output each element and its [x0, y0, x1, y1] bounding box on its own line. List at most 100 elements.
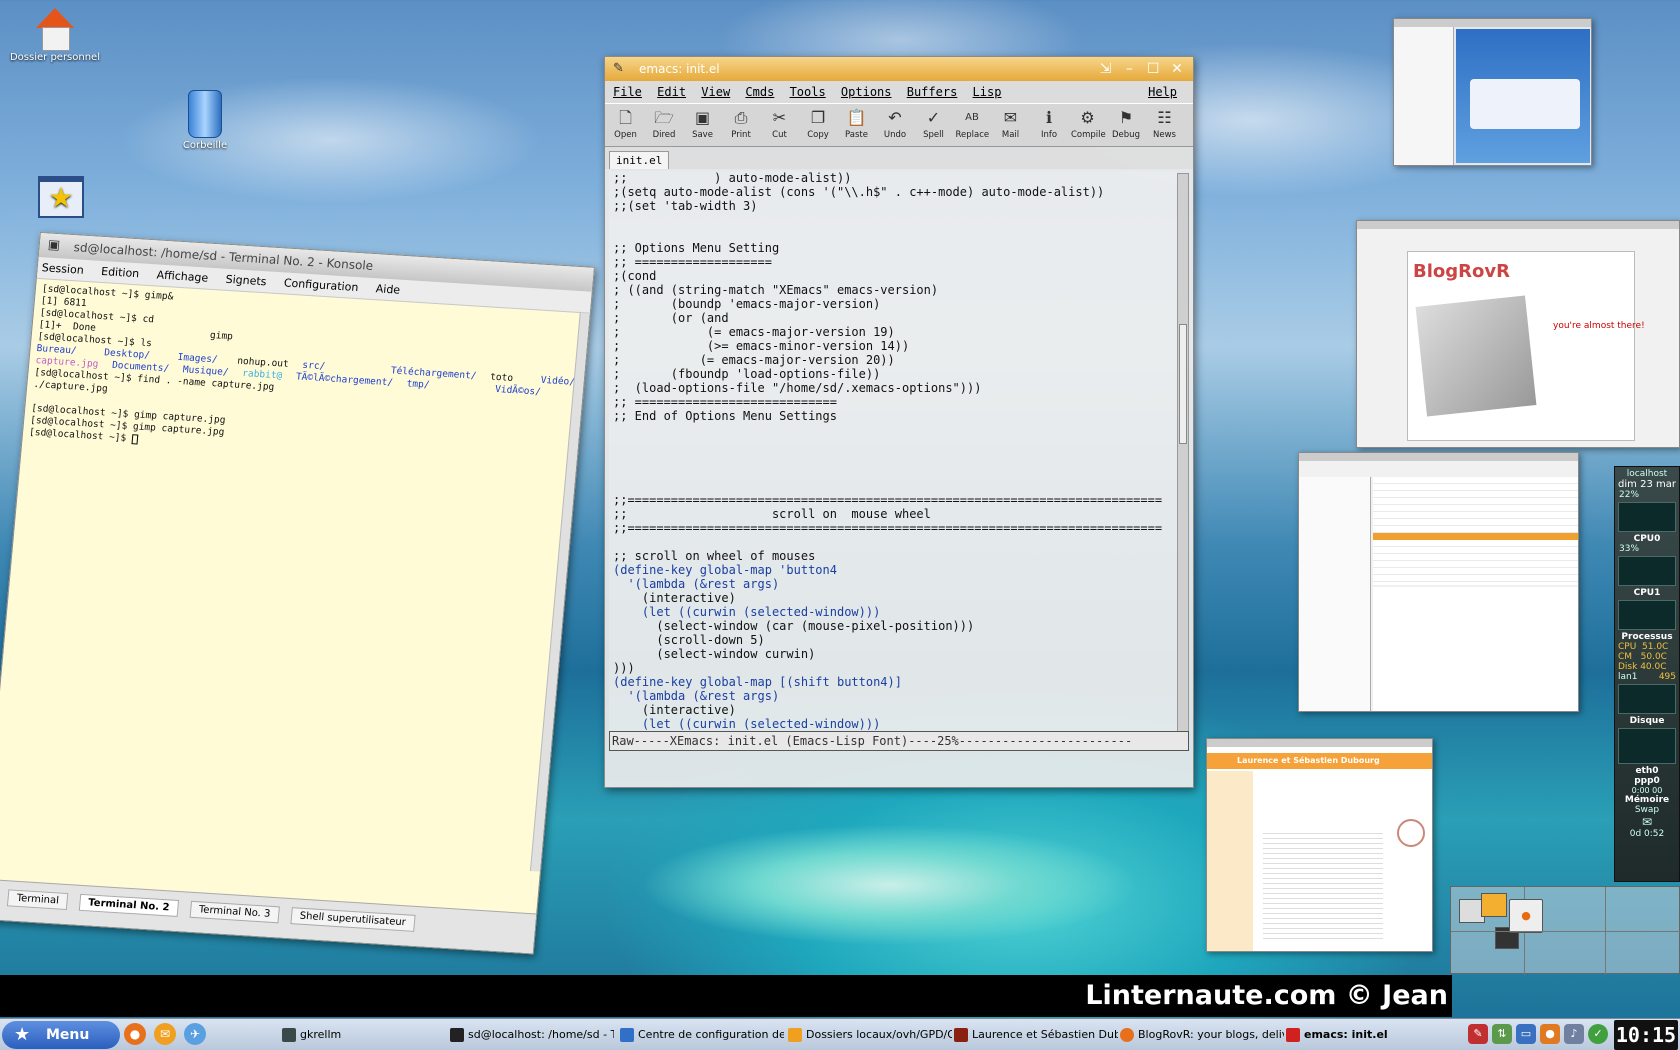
tab-root-shell[interactable]: Shell superutilisateur	[290, 907, 416, 932]
tray-display-icon[interactable]: ▭	[1516, 1024, 1536, 1044]
task-kde-config[interactable]: Centre de configuration de K	[618, 1023, 784, 1047]
sticky-icon[interactable]: ⇲	[1096, 57, 1116, 81]
thunderbird-launcher-icon[interactable]: ✈	[184, 1023, 206, 1045]
code-line: (let ((curwin (selected-window)))	[613, 605, 881, 619]
menu-help[interactable]: Help	[1148, 81, 1177, 103]
menu-options[interactable]: Options	[841, 85, 892, 99]
firefox-launcher-icon[interactable]: ●	[124, 1023, 146, 1045]
tray-tool-icon[interactable]: ✎	[1468, 1024, 1488, 1044]
code-line: ;; ===================	[613, 255, 772, 269]
terminal-window[interactable]: ▣ sd@localhost: /home/sd - Terminal No. …	[0, 232, 595, 955]
terminal-icon	[450, 1028, 464, 1042]
menu-session[interactable]: Session	[41, 261, 84, 277]
desktop-icon-favorites[interactable]: ★	[6, 176, 116, 220]
toolbar-undo-button[interactable]: ↶ Undo	[879, 106, 912, 140]
toolbar-spell-button[interactable]: ✓ Spell	[917, 106, 950, 140]
toolbar-mail-button[interactable]: ✉ Mail	[994, 106, 1027, 140]
kde-config-thumbnail[interactable]	[1393, 18, 1592, 166]
menu-tools[interactable]: Tools	[790, 85, 826, 99]
toolbar-replace-button[interactable]: AB Replace	[956, 106, 990, 140]
task-gkrellm[interactable]: gkrellm	[280, 1023, 430, 1047]
task-mail-folders[interactable]: Dossiers locaux/ovh/GPD/OV	[786, 1023, 952, 1047]
gk-swap: Swap	[1634, 805, 1660, 815]
desktop-icon-trash[interactable]: Corbeille	[150, 90, 260, 151]
emacs-title: emacs: init.el	[639, 62, 720, 76]
toolbar-compile-button[interactable]: ⚙ Compile	[1071, 106, 1106, 140]
toolbar-info-button[interactable]: ℹ Info	[1033, 106, 1066, 140]
code-line: ;(cond	[613, 269, 657, 283]
close-icon[interactable]: ✕	[1167, 57, 1187, 81]
start-menu-button[interactable]: ★ Menu	[2, 1021, 120, 1049]
toolbar-dired-button[interactable]: 🗁 Dired	[648, 106, 681, 140]
terminal-output[interactable]: [sd@localhost ~]$ gimp& [1] 6811 [sd@loc…	[0, 279, 590, 882]
tray-update-icon[interactable]: ✓	[1588, 1024, 1608, 1044]
menu-affichage[interactable]: Affichage	[156, 268, 209, 284]
copy-icon: ❐	[810, 108, 826, 127]
buffer-tab-init-el[interactable]: init.el	[609, 151, 670, 169]
blogrovr-thumbnail[interactable]: BlogRovR you're almost there!	[1356, 220, 1680, 448]
menu-configuration[interactable]: Configuration	[283, 276, 359, 294]
menu-file[interactable]: File	[613, 85, 642, 99]
menu-aide[interactable]: Aide	[375, 282, 400, 296]
toolbar-debug-button[interactable]: ⚑ Debug	[1110, 106, 1143, 140]
tool-label: Info	[1040, 130, 1058, 140]
desktop-icon-home[interactable]: Dossier personnel	[0, 8, 110, 63]
tool-label: Cut	[772, 130, 787, 140]
menu-view[interactable]: View	[701, 85, 730, 99]
toolbar-copy-button[interactable]: ❐ Copy	[802, 106, 835, 140]
gk-cm-temp: CM 50.0C	[1618, 652, 1667, 662]
print-icon: ⎙	[734, 108, 748, 127]
star-icon: ★	[14, 1024, 31, 1045]
emacs-window[interactable]: ✎ emacs: init.el ⇲ – ☐ ✕ File Edit View …	[604, 56, 1194, 788]
tab-terminal-2[interactable]: Terminal No. 2	[78, 893, 180, 917]
gk-net: lan1 495	[1615, 672, 1679, 682]
menu-lisp[interactable]: Lisp	[973, 85, 1002, 99]
tab-terminal[interactable]: Terminal	[6, 889, 69, 911]
task-terminal[interactable]: sd@localhost: /home/sd - Ter	[448, 1023, 614, 1047]
clock[interactable]: 10:15	[1614, 1020, 1678, 1050]
menu-cmds[interactable]: Cmds	[745, 85, 774, 99]
tray-volume-icon[interactable]: ♪	[1564, 1024, 1584, 1044]
emacs-editor-buffer[interactable]: ;; ) auto-mode-alist)) ;(setq auto-mode-a…	[609, 171, 1177, 737]
menu-signets[interactable]: Signets	[225, 273, 267, 289]
kmail-launcher-icon[interactable]: ✉	[154, 1023, 176, 1045]
menu-edit[interactable]: Edit	[657, 85, 686, 99]
tray-network-icon[interactable]: ⇅	[1492, 1024, 1512, 1044]
toolbar-save-button[interactable]: ▣ Save	[686, 106, 719, 140]
clock-widget-icon	[1397, 819, 1425, 847]
emacs-titlebar[interactable]: ✎ emacs: init.el ⇲ – ☐ ✕	[605, 57, 1193, 81]
task-emacs[interactable]: emacs: init.el	[1284, 1023, 1434, 1047]
blog-thumbnail[interactable]: Laurence et Sébastien Dubourg	[1206, 738, 1433, 952]
menu-edition[interactable]: Edition	[101, 265, 140, 280]
toolbar-news-button[interactable]: ☷ News	[1148, 106, 1181, 140]
mail-icon[interactable]: ✉	[1615, 815, 1679, 829]
task-label: Laurence et Sébastien Dubou	[972, 1028, 1118, 1041]
tray-firefox-icon[interactable]: ●	[1540, 1024, 1560, 1044]
gkrellm-monitor[interactable]: localhost dim 23 mar 22% CPU0 33% CPU1 P…	[1614, 466, 1680, 882]
code-line: ;; scroll on mouse wheel	[613, 507, 931, 521]
maximize-icon[interactable]: ☐	[1143, 57, 1163, 81]
pager-emacs-preview	[1481, 893, 1507, 917]
toolbar-open-button[interactable]: 🗋 Open	[609, 106, 642, 140]
task-blog-browser[interactable]: Laurence et Sébastien Dubou	[952, 1023, 1118, 1047]
mail-client-thumbnail[interactable]	[1298, 452, 1579, 712]
minimize-icon[interactable]: –	[1119, 57, 1139, 81]
desktop-pager[interactable]: ●	[1450, 886, 1680, 975]
ls-entry: VidÃ©os/	[494, 383, 542, 398]
toolbar-print-button[interactable]: ⎙ Print	[725, 106, 758, 140]
tab-terminal-3[interactable]: Terminal No. 3	[189, 900, 281, 924]
emacs-scrollbar[interactable]	[1177, 173, 1189, 733]
blog-title: Laurence et Sébastien Dubourg	[1207, 753, 1432, 769]
scrollbar-thumb[interactable]	[1179, 324, 1187, 444]
task-blogrovr-browser[interactable]: BlogRovR: your blogs, deliver	[1118, 1023, 1284, 1047]
tool-label: News	[1153, 130, 1176, 140]
kde-config-icon	[620, 1028, 634, 1042]
menu-buffers[interactable]: Buffers	[907, 85, 958, 99]
toolbar-cut-button[interactable]: ✂ Cut	[763, 106, 796, 140]
window-controls: ⇲ – ☐ ✕	[1096, 57, 1187, 81]
emacs-icon: ✎	[613, 61, 624, 76]
toolbar-paste-button[interactable]: 📋 Paste	[840, 106, 873, 140]
